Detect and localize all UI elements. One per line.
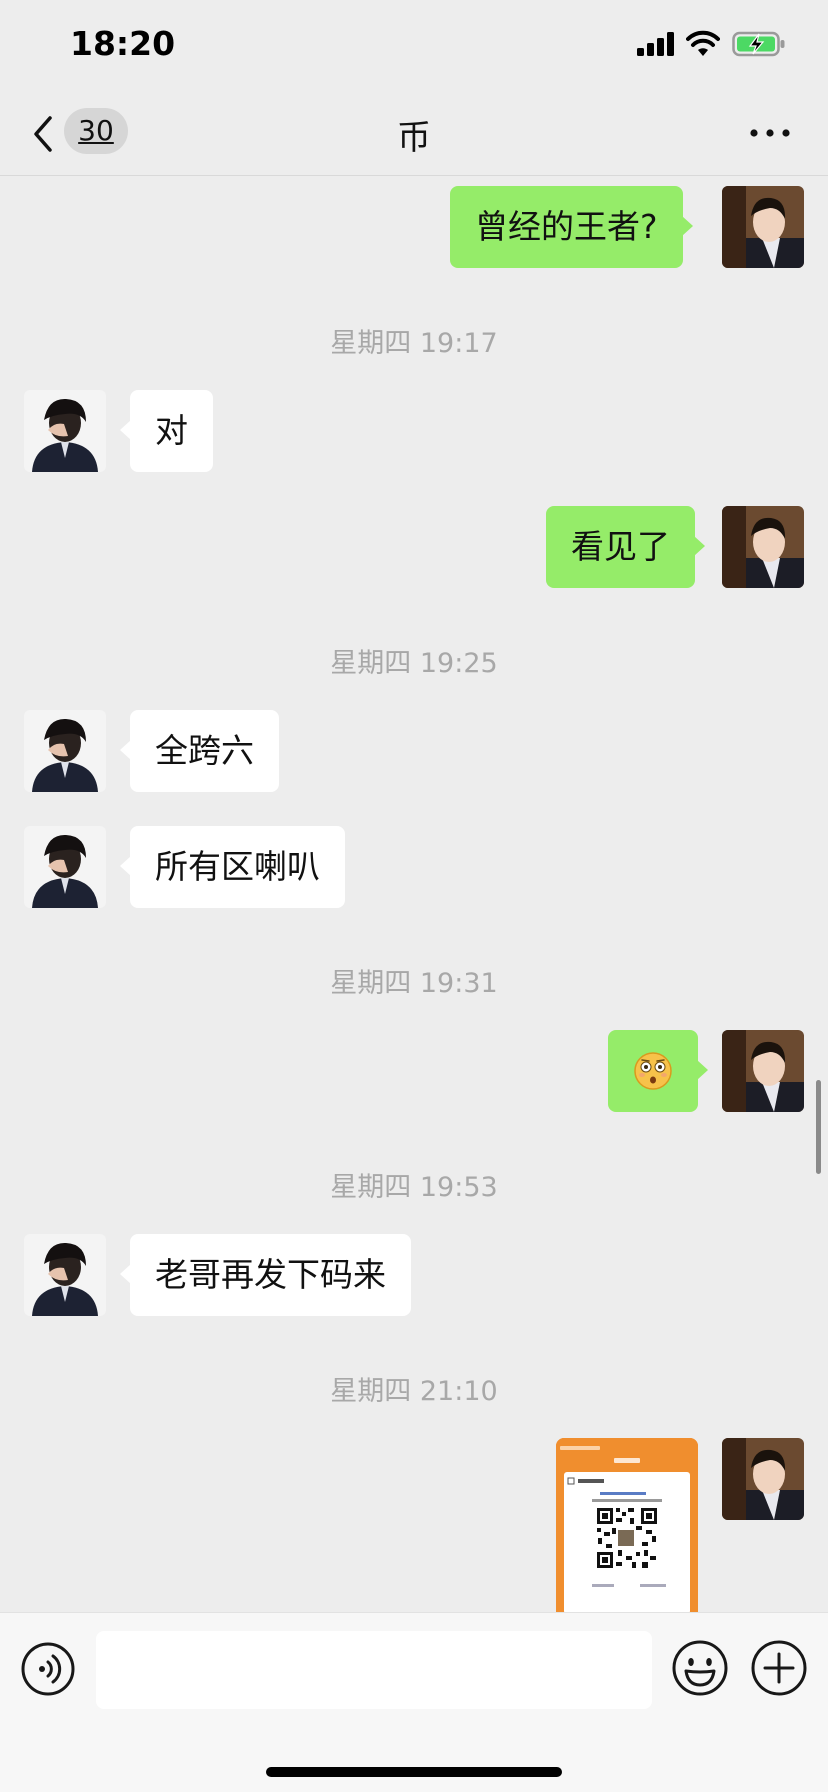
status-time: 18:20 (70, 24, 176, 63)
message-time: 星期四 19:17 (330, 328, 498, 359)
home-indicator[interactable] (266, 1767, 562, 1777)
flushed-face-icon (634, 1052, 672, 1090)
smiley-icon[interactable] (671, 1639, 729, 1697)
message-time: 星期四 21:10 (330, 1376, 498, 1407)
battery-charging-icon (732, 31, 785, 57)
message-input[interactable] (96, 1631, 652, 1709)
my-avatar[interactable] (722, 1030, 804, 1112)
contact-avatar[interactable] (24, 826, 106, 908)
image-message-payment-qr[interactable] (556, 1438, 698, 1614)
message-time: 星期四 19:53 (330, 1172, 498, 1203)
scrollbar[interactable] (816, 1080, 821, 1174)
contact-avatar[interactable] (24, 1234, 106, 1316)
message-bubble-incoming[interactable]: 对 (120, 390, 213, 472)
message-bubble-outgoing[interactable] (608, 1030, 708, 1112)
unread-count-badge[interactable]: 30 (64, 108, 128, 154)
wifi-icon (686, 30, 720, 56)
chat-nav-bar: 30 币 (0, 92, 828, 176)
message-time: 星期四 19:25 (330, 648, 498, 679)
contact-avatar[interactable] (24, 710, 106, 792)
chevron-left-icon[interactable] (26, 110, 62, 158)
message-bubble-incoming[interactable]: 老哥再发下码来 (120, 1234, 411, 1316)
my-avatar[interactable] (722, 1438, 804, 1520)
chat-input-bar (0, 1612, 828, 1792)
message-bubble-incoming[interactable]: 全跨六 (120, 710, 279, 792)
more-horizontal-icon[interactable] (748, 118, 792, 148)
plus-circle-icon[interactable] (750, 1639, 808, 1697)
voice-icon[interactable] (20, 1641, 76, 1697)
chat-title: 币 (397, 118, 431, 158)
message-bubble-outgoing[interactable]: 看见了 (546, 506, 705, 588)
my-avatar[interactable] (722, 186, 804, 268)
my-avatar[interactable] (722, 506, 804, 588)
message-bubble-outgoing[interactable]: 曾经的王者? (450, 186, 693, 268)
signal-icon (637, 32, 674, 56)
message-bubble-incoming[interactable]: 所有区喇叭 (120, 826, 345, 908)
contact-avatar[interactable] (24, 390, 106, 472)
message-time: 星期四 19:31 (330, 968, 498, 999)
status-bar: 18:20 (0, 0, 828, 92)
